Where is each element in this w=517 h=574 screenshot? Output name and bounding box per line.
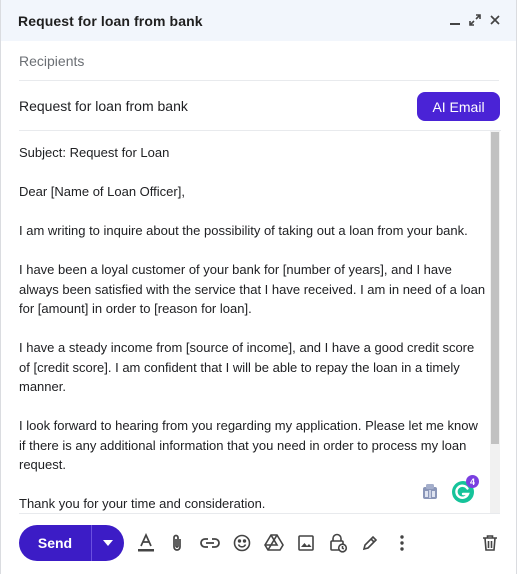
send-button-group: Send [19,525,124,561]
body-paragraph: Subject: Request for Loan [19,145,170,160]
toolbar-divider [19,513,500,514]
compose-titlebar[interactable]: Request for loan from bank [1,0,516,41]
body-paragraph: I look forward to hearing from you regar… [19,418,478,472]
body-paragraph: I have been a loyal customer of your ban… [19,262,486,316]
body-paragraph: Thank you for your time and consideratio… [19,496,266,511]
ai-email-button[interactable]: AI Email [417,92,500,121]
caret-down-icon [103,540,113,546]
subject-input[interactable]: Request for loan from bank [19,98,188,114]
body-paragraph: I am writing to inquire about the possib… [19,223,468,238]
trash-icon[interactable] [479,532,501,554]
body-paragraph: Dear [Name of Loan Officer], [19,184,185,199]
recipients-field[interactable]: Recipients [19,41,499,81]
emoji-icon[interactable] [231,532,253,554]
window-controls [448,12,502,28]
drive-icon[interactable] [263,532,285,554]
body-scrollbar-thumb[interactable] [491,132,499,444]
minimize-icon[interactable] [448,12,462,28]
extension-assistant-icon[interactable] [421,483,439,506]
image-icon[interactable] [295,532,317,554]
text-format-icon[interactable] [135,532,157,554]
message-body[interactable]: Subject: Request for Loan Dear [Name of … [19,143,487,513]
body-paragraph: I have a steady income from [source of i… [19,340,475,394]
compose-title: Request for loan from bank [18,12,203,29]
send-button[interactable]: Send [19,525,91,561]
compose-window: Request for loan from bank Recipients Re… [0,0,517,574]
expand-icon[interactable] [468,12,482,28]
subject-field[interactable]: Request for loan from bank AI Email [19,81,501,131]
close-icon[interactable] [488,12,502,28]
recipients-placeholder: Recipients [19,52,85,69]
lock-clock-icon[interactable] [327,532,349,554]
grammarly-badge: 4 [466,475,479,488]
paperclip-icon[interactable] [166,532,188,554]
more-vert-icon[interactable] [391,532,413,554]
pen-icon[interactable] [359,532,381,554]
send-options-button[interactable] [91,525,124,561]
link-icon[interactable] [199,532,221,554]
